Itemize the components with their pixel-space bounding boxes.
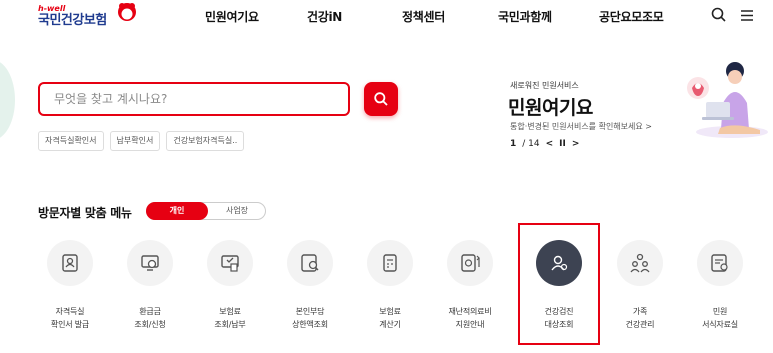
search-icon[interactable] (710, 6, 728, 24)
pager-prev-button[interactable]: < (546, 139, 554, 149)
menu-label: 가족 건강관리 (625, 307, 655, 329)
highlight-box (518, 223, 600, 345)
menu-icon-circle (207, 240, 253, 286)
nav-minwon[interactable]: 민원여기요 (205, 8, 259, 25)
menu-icon-circle (447, 240, 493, 286)
menu-catastrophic-support[interactable]: 재난적의료비 지원안내 (430, 240, 510, 331)
quick-link-payment[interactable]: 납부확인서 (109, 131, 161, 151)
quick-link-insurance[interactable]: 건강보험자격득실.. (166, 131, 245, 151)
search-icon (374, 92, 388, 106)
nav-corporation[interactable]: 공단요모조모 (599, 8, 664, 25)
banner-subtitle: 새로워진 민원서비스 (510, 81, 579, 90)
menu-icon-circle (617, 240, 663, 286)
banner-pager: 1 / 14 < II > (510, 139, 579, 149)
tab-personal[interactable]: 개인 (146, 202, 208, 220)
visitor-type-toggle: 개인 사업장 (146, 202, 266, 220)
nav-health-in[interactable]: 건강iN (307, 8, 342, 25)
quick-links: 자격득실확인서 납부확인서 건강보험자격득실.. (38, 131, 245, 151)
copay-search-icon (301, 254, 319, 272)
menu-refund[interactable]: 환급금 조회/신청 (110, 240, 190, 331)
family-icon (630, 253, 650, 273)
premium-monitor-icon (221, 255, 239, 272)
menu-label: 재난적의료비 지원안내 (448, 307, 492, 329)
logo-tagline: h-well (38, 4, 66, 13)
woman-laptop-illustration (687, 62, 768, 138)
certificate-icon (62, 254, 78, 272)
menu-qualification-certificate[interactable]: 자격득실 확인서 발급 (30, 240, 110, 331)
nav-policy-center[interactable]: 정책센터 (402, 8, 445, 25)
menu-icon[interactable] (738, 6, 756, 24)
pager-next-button[interactable]: > (572, 139, 580, 149)
menu-label: 보험료 조회/납부 (214, 307, 246, 329)
menu-family-health[interactable]: 가족 건강관리 (600, 240, 680, 331)
tab-business[interactable]: 사업장 (209, 203, 265, 219)
logo-text: 국민건강보험 (38, 13, 107, 28)
menu-label: 민원 서식자료실 (702, 307, 738, 329)
banner-title[interactable]: 민원여기요 (508, 93, 593, 120)
site-logo[interactable]: h-well 국민건강보험 (38, 3, 136, 29)
logo-mark-icon (118, 3, 136, 21)
menu-premium-payment[interactable]: 보험료 조회/납부 (190, 240, 270, 331)
banner-description[interactable]: 통합·변경된 민원서비스를 확인해보세요 > (510, 121, 652, 132)
menu-copay-limit[interactable]: 본인부담 상한액조회 (270, 240, 350, 331)
search-button[interactable] (364, 82, 398, 116)
refund-monitor-icon (141, 255, 159, 271)
menu-icon-circle (287, 240, 333, 286)
decorative-blob (0, 60, 15, 140)
menu-premium-calculator[interactable]: 보험료 계산기 (350, 240, 430, 331)
site-header: h-well 국민건강보험 민원여기요 건강iN 정책센터 국민과함께 공단요모… (0, 0, 773, 34)
menu-forms-library[interactable]: 민원 서식자료실 (680, 240, 760, 331)
menu-icon-circle (697, 240, 743, 286)
menu-label: 본인부담 상한액조회 (292, 307, 328, 329)
nav-with-public[interactable]: 국민과함께 (498, 8, 552, 25)
pager-total: / 14 (522, 139, 540, 149)
medical-support-icon (461, 254, 480, 272)
quick-link-qualification[interactable]: 자격득실확인서 (38, 131, 104, 151)
menu-icon-circle (367, 240, 413, 286)
menu-label: 보험료 계산기 (379, 307, 401, 329)
search-box[interactable] (38, 82, 350, 116)
menu-label: 환급금 조회/신청 (134, 307, 166, 329)
menu-label: 자격득실 확인서 발급 (50, 307, 90, 329)
calculator-icon (383, 254, 397, 272)
search-input[interactable] (40, 84, 348, 114)
pager-current: 1 (510, 139, 517, 149)
pager-pause-button[interactable]: II (559, 139, 566, 149)
visitor-menu-title: 방문자별 맞춤 메뉴 (38, 206, 132, 220)
forms-icon (711, 254, 728, 272)
menu-icon-circle (127, 240, 173, 286)
menu-icon-circle (47, 240, 93, 286)
